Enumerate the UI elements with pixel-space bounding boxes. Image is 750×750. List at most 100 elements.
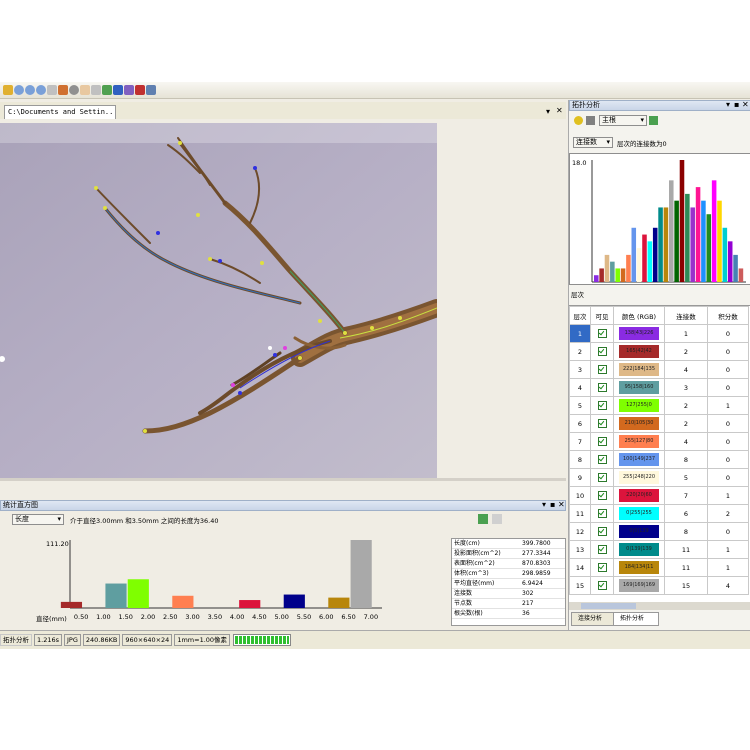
row-score: 0 [707, 342, 749, 361]
close-tab-icon[interactable]: ✕ [556, 107, 563, 115]
zoom-fit-icon[interactable] [36, 85, 46, 95]
zoom-in-icon[interactable] [14, 85, 24, 95]
color-swatch[interactable]: 95|158|160 [619, 381, 659, 394]
document-tab[interactable]: C:\Documents and Settin... [4, 105, 116, 119]
pen-icon[interactable] [113, 85, 123, 95]
visible-checkbox[interactable] [597, 545, 607, 554]
visible-checkbox[interactable] [597, 527, 607, 536]
table-row[interactable]: 13 0|139|139 11 1 [569, 540, 749, 559]
table-row[interactable]: 10 220|20|60 7 1 [569, 486, 749, 505]
table-row[interactable]: 14 184|134|11 11 1 [569, 558, 749, 577]
table-row[interactable]: 15 169|169|169 15 4 [569, 576, 749, 595]
measure-icon[interactable] [91, 85, 101, 95]
topology-sort-select[interactable]: 连接数 ▾ [573, 137, 613, 148]
edit-icon[interactable] [124, 85, 134, 95]
color-swatch[interactable]: 165|42|42 [619, 345, 659, 358]
color-swatch[interactable]: 222|184|135 [619, 363, 659, 376]
row-score: 0 [707, 378, 749, 397]
row-color-cell: 255|248|220 [613, 468, 665, 487]
tools-icon[interactable] [146, 85, 156, 95]
color-swatch[interactable]: 210|105|30 [619, 417, 659, 430]
brush-icon[interactable] [135, 85, 145, 95]
crop-icon[interactable] [58, 85, 68, 95]
visible-checkbox[interactable] [597, 347, 607, 356]
open-icon[interactable] [3, 85, 13, 95]
table-row[interactable]: 5 127|255|0 2 1 [569, 396, 749, 415]
histogram-close-icon[interactable]: ✕ [558, 501, 565, 509]
color-swatch[interactable]: 127|255|0 [619, 399, 659, 412]
tab-connection-analysis[interactable]: 连接分析 [571, 612, 617, 626]
color-swatch[interactable]: 0|139|139 [619, 543, 659, 556]
topology-bar [626, 254, 631, 282]
visible-checkbox[interactable] [597, 329, 607, 338]
row-visible-cell [590, 468, 614, 487]
color-swatch[interactable]: 255|127|80 [619, 435, 659, 448]
visible-checkbox[interactable] [597, 473, 607, 482]
flask-icon[interactable] [586, 116, 595, 125]
topology-bar [711, 180, 717, 282]
table-header-cell[interactable]: 积分数 [707, 306, 749, 325]
color-swatch[interactable]: 184|134|11 [619, 561, 659, 574]
table-header-cell[interactable]: 颜色 (RGB) [613, 306, 665, 325]
table-row[interactable]: 12 0|0|139 8 0 [569, 522, 749, 541]
visible-checkbox[interactable] [597, 509, 607, 518]
visible-checkbox[interactable] [597, 365, 607, 374]
table-row[interactable]: 7 255|127|80 4 0 [569, 432, 749, 451]
refresh-icon[interactable] [649, 116, 658, 125]
stat-value: 277.3344 [522, 550, 551, 557]
visible-checkbox[interactable] [597, 437, 607, 446]
color-swatch[interactable]: 0|0|139 [619, 525, 659, 538]
settings-icon[interactable] [492, 514, 502, 524]
zoom-out-icon[interactable] [25, 85, 35, 95]
color-swatch[interactable]: 169|169|169 [619, 579, 659, 592]
topology-bar [615, 268, 620, 282]
histogram-pin-icon[interactable]: ▪ [550, 501, 555, 509]
row-links: 11 [664, 540, 708, 559]
visible-checkbox[interactable] [597, 563, 607, 572]
hand-icon[interactable] [80, 85, 90, 95]
scroll-thumb[interactable] [581, 603, 636, 609]
image-view-hscroll[interactable] [0, 478, 566, 481]
topology-hscroll[interactable] [569, 602, 750, 610]
table-header-cell[interactable]: 连接数 [664, 306, 708, 325]
table-row[interactable]: 9 255|248|220 5 0 [569, 468, 749, 487]
root-image-view[interactable] [0, 123, 437, 478]
color-swatch[interactable]: 220|20|60 [619, 489, 659, 502]
tab-menu-icon[interactable]: ▾ [546, 108, 550, 116]
select-icon[interactable] [47, 85, 57, 95]
visible-checkbox[interactable] [597, 419, 607, 428]
visible-checkbox[interactable] [597, 383, 607, 392]
table-header-cell[interactable]: 层次 [569, 306, 591, 325]
table-row[interactable]: 11 0|255|255 6 2 [569, 504, 749, 523]
stat-row: 投影面积(cm^2) 277.3344 [452, 549, 565, 559]
table-header-cell[interactable]: 可见 [590, 306, 614, 325]
table-row[interactable]: 4 95|158|160 3 0 [569, 378, 749, 397]
visible-checkbox[interactable] [597, 491, 607, 500]
stat-row: 体积(cm^3) 298.9859 [452, 569, 565, 579]
table-row[interactable]: 6 210|105|30 2 0 [569, 414, 749, 433]
tab-topology-analysis[interactable]: 拓扑分析 [613, 612, 659, 626]
color-swatch[interactable]: 138|43|226 [619, 327, 659, 340]
visible-checkbox[interactable] [597, 401, 607, 410]
color-swatch[interactable]: 100|149|237 [619, 453, 659, 466]
table-row[interactable]: 2 165|42|42 2 0 [569, 342, 749, 361]
histogram-tick-label: 4.00 [230, 613, 244, 621]
topology-menu-icon[interactable]: ▾ [726, 101, 730, 109]
visible-checkbox[interactable] [597, 581, 607, 590]
rotate-icon[interactable] [69, 85, 79, 95]
topology-mode-select[interactable]: 主根 ▾ [599, 115, 647, 126]
table-row[interactable]: 1 138|43|226 1 0 [569, 324, 749, 343]
color-swatch[interactable]: 0|255|255 [619, 507, 659, 520]
visible-checkbox[interactable] [597, 455, 607, 464]
topology-pin-icon[interactable]: ▪ [734, 101, 739, 109]
row-links: 2 [664, 396, 708, 415]
export-icon[interactable] [478, 514, 488, 524]
histogram-menu-icon[interactable]: ▾ [542, 501, 546, 509]
radiation-icon[interactable] [574, 116, 583, 125]
table-row[interactable]: 8 100|149|237 8 0 [569, 450, 749, 469]
topology-close-icon[interactable]: ✕ [742, 101, 749, 109]
draw-icon[interactable] [102, 85, 112, 95]
table-row[interactable]: 3 222|184|135 4 0 [569, 360, 749, 379]
histogram-metric-select[interactable]: 长度 ▾ [12, 514, 64, 525]
color-swatch[interactable]: 255|248|220 [619, 471, 659, 484]
